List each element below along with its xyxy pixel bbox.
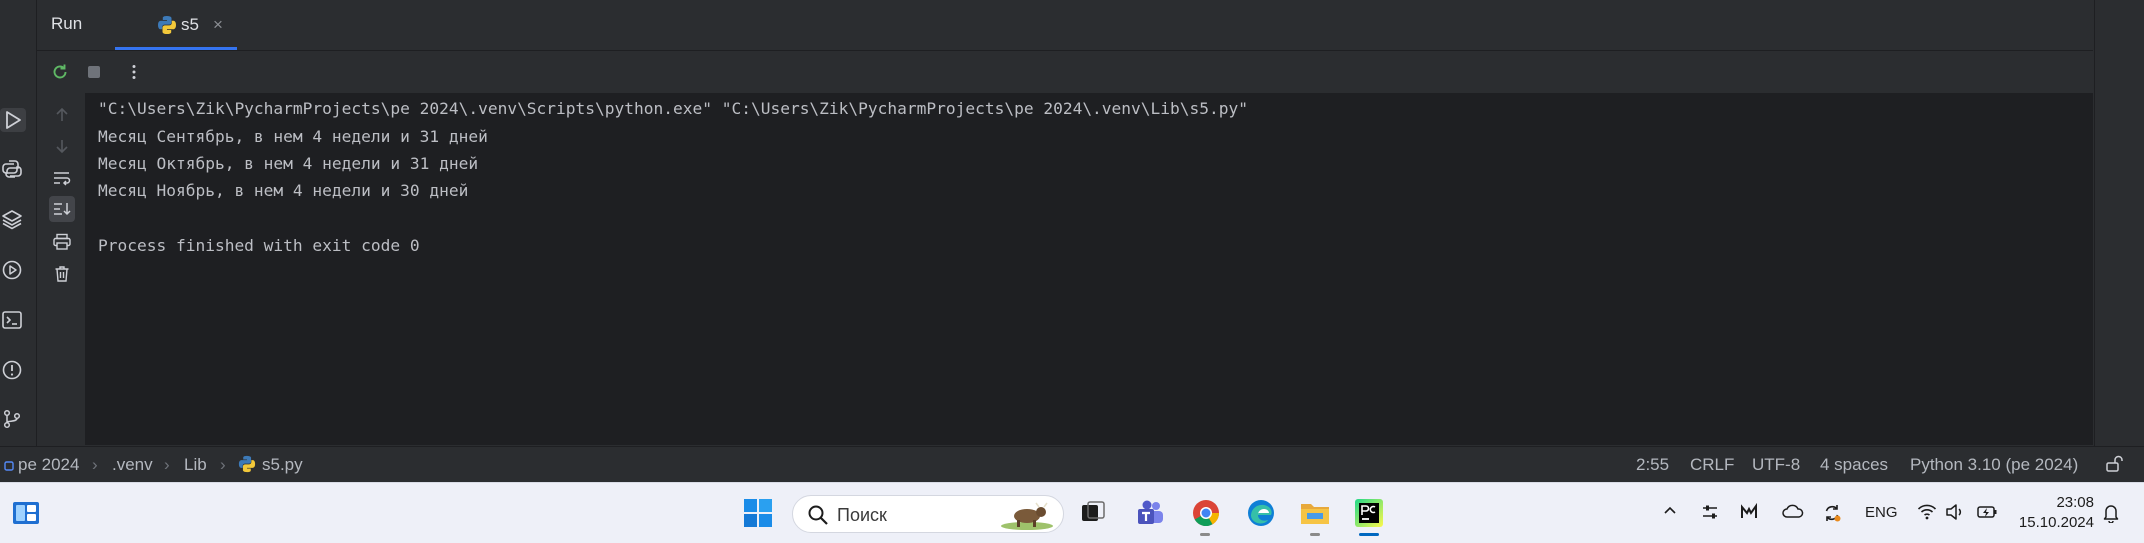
widgets-icon[interactable]	[8, 495, 44, 531]
console-line-exit: Process finished with exit code 0	[98, 236, 420, 255]
run-toolbar	[37, 51, 2093, 93]
sync-icon[interactable]	[1822, 503, 1842, 527]
console-actions	[37, 93, 84, 445]
run-toolwindow-header: Run s5 ×	[37, 0, 2093, 51]
python-console-icon[interactable]	[0, 157, 24, 181]
breadcrumb-project[interactable]: pe 2024	[18, 455, 79, 475]
tab-s5[interactable]: s5 ×	[115, 0, 237, 50]
console-output[interactable]: "C:\Users\Zik\PycharmProjects\pe 2024\.v…	[85, 93, 2093, 445]
volume-icon[interactable]	[1945, 503, 1965, 525]
wifi-icon[interactable]	[1917, 503, 1937, 525]
teams-icon[interactable]	[1132, 495, 1168, 531]
taskbar-clock[interactable]: 23:08 15.10.2024	[2014, 493, 2094, 533]
console-line: Месяц Октябрь, в нем 4 недели и 31 дней	[98, 154, 479, 173]
search-icon	[807, 504, 829, 531]
clock-date: 15.10.2024	[2018, 514, 2094, 531]
sliders-icon[interactable]	[1701, 503, 1719, 525]
chevron-up-icon[interactable]	[1662, 503, 1678, 523]
problems-icon[interactable]	[0, 358, 24, 382]
rerun-icon[interactable]	[49, 61, 71, 83]
input-language[interactable]: ENG	[1865, 504, 1898, 521]
start-icon[interactable]	[740, 495, 776, 531]
search-placeholder: Поиск	[837, 505, 887, 525]
clock-time: 23:08	[2056, 494, 2094, 511]
scroll-up-icon[interactable]	[49, 102, 75, 128]
clear-icon[interactable]	[49, 261, 75, 287]
taskbar-search[interactable]: Поиск	[792, 495, 1064, 533]
battery-icon[interactable]	[1976, 503, 1998, 525]
lock-icon[interactable]	[2104, 454, 2124, 479]
python-file-icon	[157, 15, 177, 40]
search-highlight-image	[999, 500, 1055, 535]
python-interpreter[interactable]: Python 3.10 (pe 2024)	[1910, 455, 2078, 475]
layers-icon[interactable]	[0, 207, 24, 231]
left-toolbar	[0, 0, 37, 446]
app-active-indicator	[1359, 533, 1379, 536]
run-icon[interactable]	[0, 108, 26, 132]
stop-icon[interactable]	[83, 61, 105, 83]
python-file-icon	[238, 455, 256, 478]
services-icon[interactable]	[0, 258, 24, 282]
pycharm-icon[interactable]	[1351, 495, 1387, 531]
tab-label: s5	[181, 15, 199, 34]
caret-position[interactable]: 2:55	[1636, 455, 1669, 475]
console-line: Месяц Ноябрь, в нем 4 недели и 30 дней	[98, 181, 469, 200]
breadcrumb-lib[interactable]: Lib	[184, 455, 207, 475]
file-explorer-icon[interactable]	[1297, 495, 1333, 531]
windows-taskbar: Поиск ENG 23:08 15.10.2024	[0, 482, 2144, 543]
status-bar: pe 2024 › .venv › Lib › s5.py 2:55 CRLF …	[0, 446, 2144, 482]
print-icon[interactable]	[49, 229, 75, 255]
tab-close-icon[interactable]: ×	[213, 15, 223, 35]
notifications-icon[interactable]	[2102, 503, 2120, 527]
indent-setting[interactable]: 4 spaces	[1820, 455, 1888, 475]
chevron-right-icon: ›	[164, 455, 170, 474]
edge-icon[interactable]	[1243, 495, 1279, 531]
right-toolbar	[2094, 0, 2144, 446]
chevron-right-icon: ›	[92, 455, 98, 474]
line-separator[interactable]: CRLF	[1690, 455, 1734, 475]
app-running-indicator	[1200, 533, 1210, 536]
terminal-icon[interactable]	[0, 308, 24, 332]
git-icon[interactable]	[0, 407, 24, 431]
scroll-to-end-icon[interactable]	[49, 196, 75, 222]
chrome-icon[interactable]	[1188, 495, 1224, 531]
soft-wrap-icon[interactable]	[49, 165, 75, 191]
console-line: Месяц Сентябрь, в нем 4 недели и 31 дней	[98, 127, 488, 146]
chevron-right-icon: ›	[220, 455, 226, 474]
console-line-command: "C:\Users\Zik\PycharmProjects\pe 2024\.v…	[98, 99, 1248, 118]
breadcrumb-venv[interactable]: .venv	[112, 455, 153, 475]
project-icon	[4, 455, 14, 475]
scroll-down-icon[interactable]	[49, 133, 75, 159]
app-running-indicator	[1310, 533, 1320, 536]
more-icon[interactable]	[123, 61, 145, 83]
breadcrumb-file[interactable]: s5.py	[262, 455, 303, 475]
toolwindow-title: Run	[51, 14, 83, 33]
file-encoding[interactable]: UTF-8	[1752, 455, 1800, 475]
audio-meter-icon[interactable]	[1740, 502, 1758, 525]
task-view-icon[interactable]	[1075, 495, 1111, 531]
onedrive-icon[interactable]	[1782, 503, 1804, 523]
